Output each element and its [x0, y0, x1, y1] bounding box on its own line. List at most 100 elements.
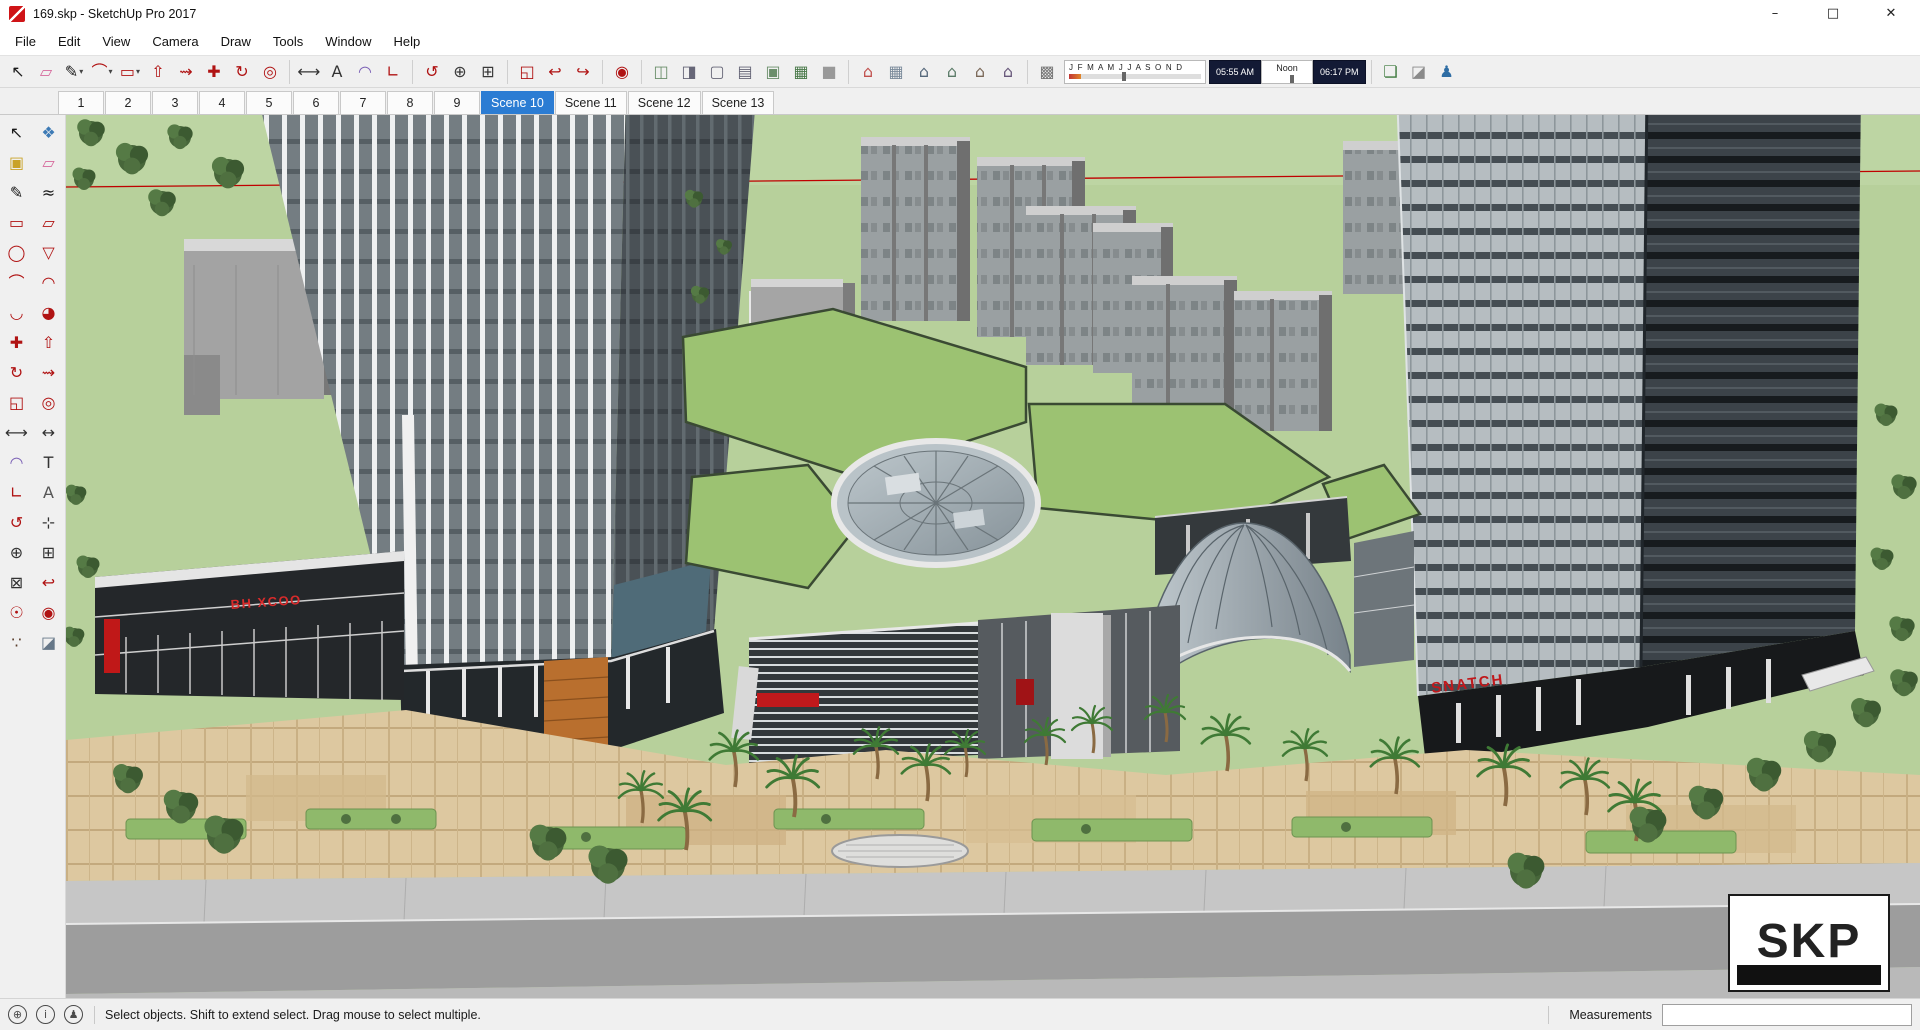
freehand-button[interactable]: ≈ [34, 179, 64, 207]
shadow-date-slider[interactable]: J F M A M J J A S O N D [1064, 59, 1206, 84]
dropdown-arrow-icon[interactable]: ▾ [79, 67, 83, 76]
arc-button[interactable]: ⌒ [2, 269, 32, 297]
select-button[interactable]: ↖ [5, 59, 31, 85]
shadow-time-thumb[interactable] [1289, 74, 1294, 83]
shadow-time-slider[interactable]: Noon [1261, 59, 1314, 84]
previous-view-button[interactable]: ↩ [542, 59, 568, 85]
back-edges-button[interactable]: ◨ [676, 59, 702, 85]
scene-tab-9[interactable]: 9 [434, 91, 480, 114]
scene-tab-scene-11[interactable]: Scene 11 [554, 91, 627, 114]
scene-tab-5[interactable]: 5 [246, 91, 292, 114]
menu-tools[interactable]: Tools [262, 29, 314, 54]
protractor-button[interactable]: ◠ [2, 449, 32, 477]
credits-icon[interactable]: i [36, 1005, 55, 1024]
walk-button[interactable]: ∵ [2, 629, 32, 657]
scene-tab-scene-13[interactable]: Scene 13 [701, 91, 775, 114]
zoom-extents-button[interactable]: ⊠ [2, 569, 32, 597]
zoom-extents-button[interactable]: ◱ [514, 59, 540, 85]
view-left-button[interactable]: ⌂ [995, 59, 1021, 85]
tape-measure-button[interactable]: ⟷ [296, 59, 322, 85]
scene-tab-2[interactable]: 2 [105, 91, 151, 114]
look-around-button[interactable]: ◉ [609, 59, 635, 85]
add-location-button[interactable]: ❏ [1378, 59, 1404, 85]
rotated-rectangle-button[interactable]: ▱ [34, 209, 64, 237]
menu-window[interactable]: Window [314, 29, 382, 54]
line-button[interactable]: ✎ ▾ [61, 59, 87, 85]
window-maximize-restore-button[interactable]: □ [1804, 0, 1862, 27]
make-component-button[interactable]: ❖ [34, 119, 64, 147]
tape-measure-button[interactable]: ⟷ [2, 419, 32, 447]
dropdown-arrow-icon[interactable]: ▾ [136, 67, 140, 76]
move-button[interactable]: ✚ [201, 59, 227, 85]
scene-tab-6[interactable]: 6 [293, 91, 339, 114]
geolocate-icon[interactable]: ⊕ [8, 1005, 27, 1024]
look-around-button[interactable]: ◉ [34, 599, 64, 627]
zoom-window-button[interactable]: ⊞ [34, 539, 64, 567]
dropdown-arrow-icon[interactable]: ▾ [109, 67, 113, 76]
window-minimize-button[interactable]: – [1746, 0, 1804, 27]
arc-button[interactable]: ⌒ ▾ [89, 59, 115, 85]
scene-tab-1[interactable]: 1 [58, 91, 104, 114]
view-iso-button[interactable]: ⌂ [855, 59, 881, 85]
select-button[interactable]: ↖ [2, 119, 32, 147]
view-right-button[interactable]: ⌂ [939, 59, 965, 85]
orbit-button[interactable]: ↺ [419, 59, 445, 85]
view-front-button[interactable]: ⌂ [911, 59, 937, 85]
measurements-input[interactable] [1662, 1003, 1912, 1026]
text-button[interactable]: A [324, 59, 350, 85]
view-back-button[interactable]: ⌂ [967, 59, 993, 85]
dimension-button[interactable]: ↔ [34, 419, 64, 447]
offset-button[interactable]: ◎ [257, 59, 283, 85]
scale-button[interactable]: ◱ [2, 389, 32, 417]
shaded-with-textures-button[interactable]: ▦ [788, 59, 814, 85]
menu-camera[interactable]: Camera [141, 29, 209, 54]
next-view-button[interactable]: ↪ [570, 59, 596, 85]
zoom-button[interactable]: ⊕ [447, 59, 473, 85]
shadow-date-thumb[interactable] [1121, 71, 1126, 81]
menu-edit[interactable]: Edit [47, 29, 91, 54]
viewport-3d-canvas[interactable]: SNATCH BH XCOO SKP [66, 115, 1920, 998]
menu-draw[interactable]: Draw [210, 29, 262, 54]
shadows-toggle-button[interactable]: ▩ [1034, 59, 1060, 85]
follow-me-button[interactable]: ⇝ [34, 359, 64, 387]
circle-button[interactable]: ◯ [2, 239, 32, 267]
scene-tab-4[interactable]: 4 [199, 91, 245, 114]
view-top-button[interactable]: ▦ [883, 59, 909, 85]
hidden-line-button[interactable]: ▤ [732, 59, 758, 85]
section-plane-button[interactable]: ◪ [34, 629, 64, 657]
axes-button[interactable]: ∟ [2, 479, 32, 507]
push-pull-button[interactable]: ⇧ [34, 329, 64, 357]
orbit-button[interactable]: ↺ [2, 509, 32, 537]
axes-button[interactable]: ∟ [380, 59, 406, 85]
share-model-button[interactable]: ♟ [1434, 59, 1460, 85]
zoom-window-button[interactable]: ⊞ [475, 59, 501, 85]
rotate-button[interactable]: ↻ [229, 59, 255, 85]
shapes-button[interactable]: ▭ ▾ [117, 59, 143, 85]
shaded-button[interactable]: ▣ [760, 59, 786, 85]
viewport[interactable]: SNATCH BH XCOO SKP [66, 115, 1920, 998]
menu-file[interactable]: File [4, 29, 47, 54]
previous-button[interactable]: ↩ [34, 569, 64, 597]
offset-button[interactable]: ◎ [34, 389, 64, 417]
pie-button[interactable]: ◕ [34, 299, 64, 327]
push-pull-button[interactable]: ⇧ [145, 59, 171, 85]
protractor-button[interactable]: ◠ [352, 59, 378, 85]
two-point-arc-button[interactable]: ◠ [34, 269, 64, 297]
label-button[interactable]: ◪ [1406, 59, 1432, 85]
move-button[interactable]: ✚ [2, 329, 32, 357]
x-ray-button[interactable]: ◫ [648, 59, 674, 85]
scene-tab-3[interactable]: 3 [152, 91, 198, 114]
line-button[interactable]: ✎ [2, 179, 32, 207]
scene-tab-7[interactable]: 7 [340, 91, 386, 114]
zoom-button[interactable]: ⊕ [2, 539, 32, 567]
scene-tab-8[interactable]: 8 [387, 91, 433, 114]
rotate-button[interactable]: ↻ [2, 359, 32, 387]
monochrome-button[interactable]: ■ [816, 59, 842, 85]
eraser-button[interactable]: ▱ [33, 59, 59, 85]
position-camera-button[interactable]: ☉ [2, 599, 32, 627]
rectangle-button[interactable]: ▭ [2, 209, 32, 237]
wireframe-button[interactable]: ▢ [704, 59, 730, 85]
three-point-arc-button[interactable]: ◡ [2, 299, 32, 327]
sign-in-icon[interactable]: ♟ [64, 1005, 83, 1024]
scene-tab-scene-12[interactable]: Scene 12 [627, 91, 701, 114]
